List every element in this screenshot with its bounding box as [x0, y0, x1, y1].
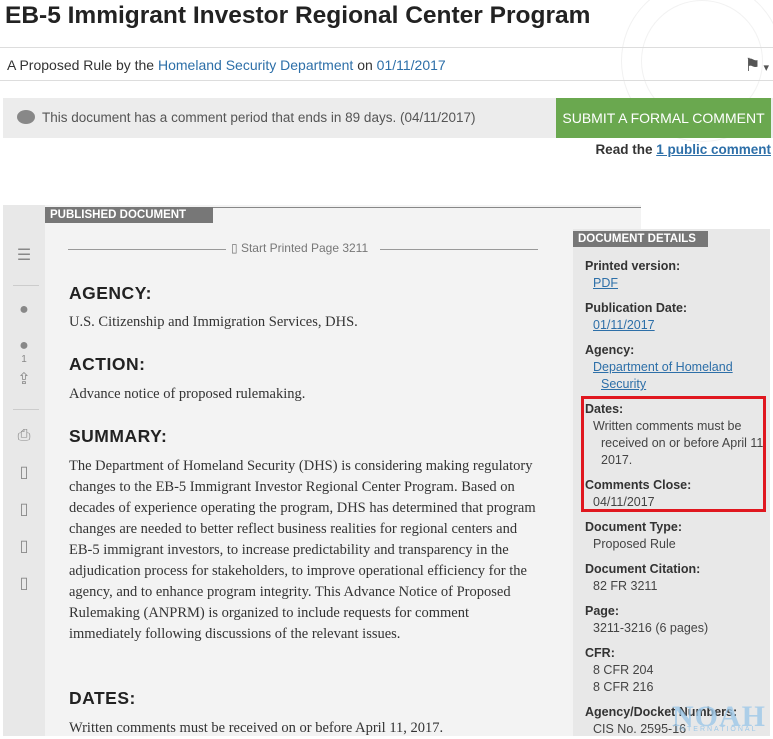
read-prefix: Read the	[595, 142, 653, 157]
submit-formal-comment-button[interactable]: SUBMIT A FORMAL COMMENT	[556, 98, 771, 138]
published-document-tab: PUBLISHED DOCUMENT	[45, 207, 213, 223]
printed-page-rule	[68, 249, 226, 250]
printed-page-label: ▯ Start Printed Page 3211	[231, 241, 368, 255]
detail-label-cfr: CFR:	[585, 646, 615, 660]
detail-label-document-type: Document Type:	[585, 520, 682, 534]
detail-label-citation: Document Citation:	[585, 562, 701, 576]
section-heading: DATES:	[69, 688, 136, 708]
byline-prefix: A Proposed Rule by the	[7, 57, 155, 73]
tab-divider	[213, 207, 641, 208]
cfr-value: 8 CFR 216	[593, 680, 654, 694]
printed-page-rule	[380, 249, 538, 250]
publication-date-link[interactable]: 01/11/2017	[377, 57, 446, 73]
section-body: Advance notice of proposed rulemaking.	[69, 386, 306, 402]
public-comments-link[interactable]: 1 public comment	[656, 142, 771, 157]
agency-detail-link-cont[interactable]: Security	[601, 376, 646, 393]
detail-label-publication-date: Publication Date:	[585, 301, 688, 315]
section-body: U.S. Citizenship and Immigration Service…	[69, 314, 358, 330]
document-details-tab: DOCUMENT DETAILS	[573, 231, 708, 247]
citation-value: 82 FR 3211	[593, 579, 658, 593]
cfr-value: 8 CFR 204	[593, 663, 654, 677]
comment-bubble-icon	[17, 110, 35, 124]
document-edit-icon[interactable]: ▯	[15, 575, 33, 593]
printed-page-text: Start Printed Page 3211	[240, 241, 369, 255]
section-heading: ACTION:	[69, 354, 146, 374]
byline-on: on	[357, 57, 373, 73]
share-icon[interactable]: ⇪	[15, 371, 33, 389]
page-icon: ▯	[231, 241, 241, 255]
byline-text: A Proposed Rule by the Homeland Security…	[7, 57, 446, 73]
document-icon[interactable]: ▯	[15, 464, 33, 482]
detail-label-printed-version: Printed version:	[585, 259, 681, 273]
chevron-down-icon: ▾	[763, 62, 769, 74]
print-icon[interactable]: ⎙	[15, 427, 33, 445]
document-tools-sidebar: ☰ ● ● 1 ⇪ ⎙ ▯ ▯ ▯ ▯	[3, 205, 45, 736]
section-body: The Department of Homeland Security (DHS…	[69, 458, 536, 642]
agency-link[interactable]: Homeland Security Department	[158, 57, 353, 73]
pdf-link[interactable]: PDF	[593, 275, 618, 292]
brand-watermark-sub: INTERNATIONAL	[676, 726, 758, 733]
publication-date-detail-link[interactable]: 01/11/2017	[593, 317, 655, 334]
read-comments-line: Read the 1 public comment	[595, 142, 771, 157]
page-value: 3211-3216 (6 pages)	[593, 621, 709, 635]
comment-count: 1	[21, 354, 27, 365]
comment-period-text: This document has a comment period that …	[42, 110, 476, 125]
pdf-document-icon[interactable]: ▯	[15, 538, 33, 556]
page-title: EB-5 Immigrant Investor Regional Center …	[5, 2, 591, 29]
document-arrow-icon[interactable]: ▯	[15, 501, 33, 519]
comment-icon[interactable]: ●	[15, 301, 33, 319]
sidebar-divider	[13, 285, 39, 286]
byline-bar: A Proposed Rule by the Homeland Security…	[0, 47, 773, 81]
detail-label-page: Page:	[585, 604, 620, 618]
sidebar-divider	[13, 409, 39, 410]
detail-label-agency: Agency:	[585, 343, 635, 357]
flag-icon: ⚑	[744, 55, 761, 75]
printed-page-marker: ▯ Start Printed Page 3211	[68, 241, 538, 257]
table-of-contents-icon[interactable]: ☰	[15, 247, 33, 265]
section-heading: SUMMARY:	[69, 426, 168, 446]
document-type-value: Proposed Rule	[593, 537, 676, 551]
flag-dropdown[interactable]: ⚑ ▾	[744, 55, 769, 76]
highlight-box	[581, 396, 766, 512]
agency-detail-link[interactable]: Department of Homeland	[593, 359, 733, 376]
section-heading: AGENCY:	[69, 283, 152, 303]
